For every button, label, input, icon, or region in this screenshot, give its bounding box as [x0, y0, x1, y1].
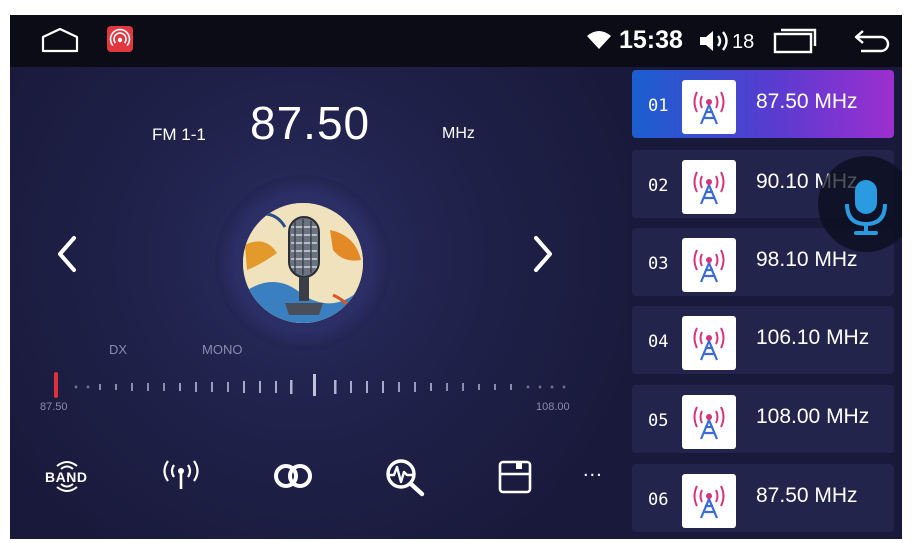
preset-frequency: 87.50 MHz: [756, 90, 858, 113]
tuning-needle: [54, 372, 58, 398]
frequency-unit: MHz: [442, 125, 475, 142]
mono-label: MONO: [202, 342, 243, 357]
preset-number: 04: [648, 332, 669, 352]
wifi-icon: [587, 30, 611, 50]
preset-number: 06: [648, 490, 669, 510]
preset-number: 01: [648, 96, 669, 116]
previous-station-button[interactable]: [54, 234, 80, 274]
dx-label: DX: [109, 342, 128, 357]
radio-tower-icon: [682, 474, 736, 528]
preset-item[interactable]: 06 87.50 MHz: [632, 464, 894, 532]
save-preset-icon[interactable]: [497, 459, 533, 495]
voice-assistant-button[interactable]: [818, 156, 902, 252]
preset-frequency: 87.50 MHz: [756, 484, 858, 507]
preset-item[interactable]: 01 87.50 MHz: [632, 70, 894, 138]
radio-screen: 15:38 18 FM 1-1 87.50 MHz DX MONO 87.50 …: [10, 15, 902, 539]
next-station-button[interactable]: [530, 234, 556, 274]
preset-number: 05: [648, 411, 669, 431]
radio-tower-icon: [682, 160, 736, 214]
home-icon[interactable]: [40, 27, 80, 53]
station-artwork: [215, 175, 391, 351]
band-button[interactable]: BAND: [42, 455, 92, 497]
band-button-label: BAND: [45, 469, 88, 485]
clock: 15:38: [619, 26, 683, 54]
preset-number: 02: [648, 176, 669, 196]
radio-tower-icon: [682, 395, 736, 449]
scale-max-label: 108.00: [536, 401, 570, 413]
radio-tower-icon: [682, 316, 736, 370]
preset-number: 03: [648, 254, 669, 274]
band-label: FM 1-1: [152, 125, 206, 144]
radio-tower-icon: [682, 238, 736, 292]
scale-min-label: 87.50: [40, 401, 68, 413]
stereo-icon[interactable]: [269, 459, 317, 493]
volume-icon[interactable]: [698, 29, 732, 53]
radio-app-icon[interactable]: [107, 26, 133, 52]
tuning-scale[interactable]: [50, 367, 580, 403]
scan-search-icon[interactable]: [382, 455, 428, 497]
preset-item[interactable]: 04 106.10 MHz: [632, 306, 894, 374]
volume-level: 18: [732, 31, 755, 53]
frequency-display: 87.50: [250, 97, 371, 149]
radio-tower-icon: [682, 80, 736, 134]
back-icon[interactable]: [853, 27, 893, 55]
microphone-artwork-icon: [243, 203, 363, 323]
recent-apps-icon[interactable]: [773, 28, 817, 54]
preset-item[interactable]: 05 108.00 MHz: [632, 385, 894, 453]
preset-frequency: 106.10 MHz: [756, 326, 870, 349]
antenna-icon[interactable]: [156, 455, 206, 495]
more-options-button[interactable]: ...: [583, 459, 603, 482]
tuner-panel: FM 1-1 87.50 MHz DX MONO 87.50 108.00 BA…: [10, 67, 630, 539]
microphone-icon: [845, 180, 887, 235]
preset-frequency: 108.00 MHz: [756, 405, 870, 428]
status-bar: 15:38 18: [10, 15, 902, 67]
